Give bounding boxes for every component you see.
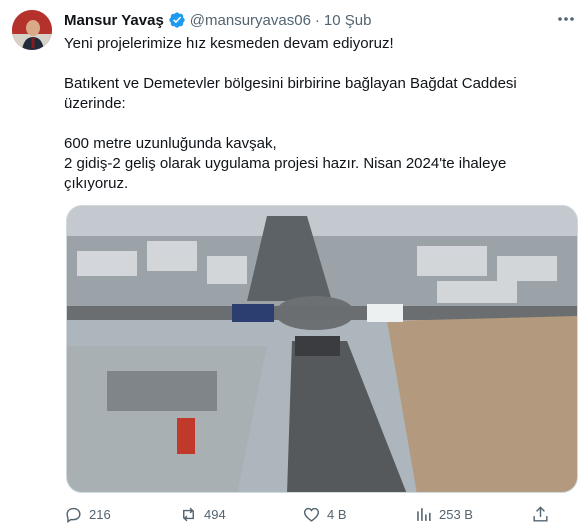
more-icon[interactable] — [556, 12, 576, 26]
like-icon — [303, 507, 320, 522]
display-name[interactable]: Mansur Yavaş — [64, 12, 164, 29]
reply-button[interactable]: 216 — [64, 505, 111, 524]
views-count: 253 B — [439, 507, 473, 522]
separator: · — [314, 11, 320, 29]
like-count: 4 B — [327, 507, 347, 522]
tweet-image[interactable] — [66, 205, 578, 493]
reply-icon — [66, 507, 81, 524]
action-bar: 216 494 4 B 253 B — [64, 505, 584, 527]
tweet-line-1: Yeni projelerimize hız kesmeden devam ed… — [64, 35, 394, 52]
timestamp[interactable]: 10 Şub — [324, 12, 372, 29]
tweet-line-3: 600 metre uzunluğunda kavşak, 2 gidiş-2 … — [64, 135, 507, 192]
tweet-header: Mansur Yavaş @mansuryavas06 · 10 Şub — [64, 10, 371, 30]
views-icon — [417, 508, 431, 521]
views-button[interactable]: 253 B — [414, 505, 473, 524]
handle[interactable]: @mansuryavas06 — [190, 12, 311, 29]
share-button[interactable] — [531, 505, 550, 524]
repost-count: 494 — [204, 507, 226, 522]
repost-button[interactable]: 494 — [179, 505, 226, 524]
avatar[interactable] — [12, 10, 52, 50]
share-icon — [533, 506, 548, 522]
tweet-text: Yeni projelerimize hız kesmeden devam ed… — [64, 34, 564, 194]
reply-count: 216 — [89, 507, 111, 522]
verified-badge-icon — [168, 11, 186, 29]
tweet-line-2: Batıkent ve Demetevler bölgesini birbiri… — [64, 75, 517, 112]
repost-icon — [183, 507, 194, 522]
like-button[interactable]: 4 B — [302, 505, 347, 524]
